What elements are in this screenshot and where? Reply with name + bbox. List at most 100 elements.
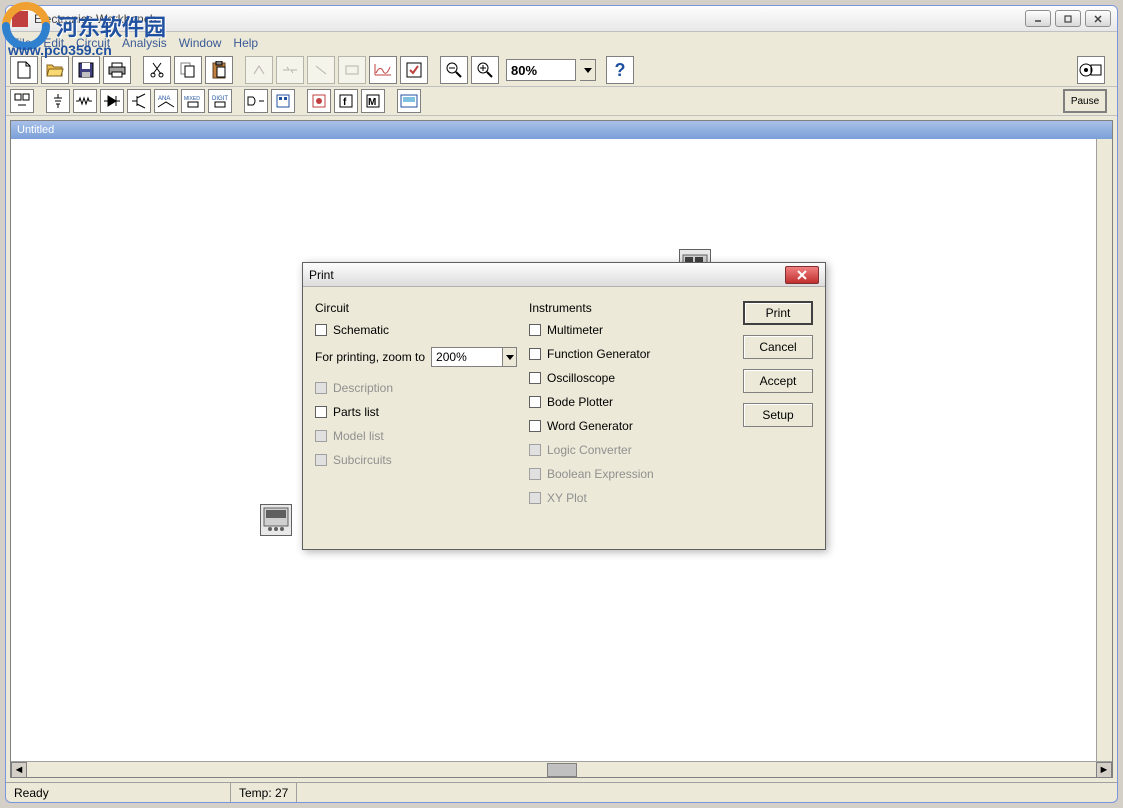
scroll-thumb[interactable]: [547, 763, 577, 777]
zoom-select-arrow-icon[interactable]: [503, 347, 517, 367]
help-icon[interactable]: ?: [606, 56, 634, 84]
scroll-right-icon[interactable]: ►: [1096, 762, 1112, 778]
svg-text:M: M: [368, 97, 376, 108]
print-icon[interactable]: [103, 56, 131, 84]
cut-icon[interactable]: [143, 56, 171, 84]
parts-list-label: Parts list: [333, 405, 379, 419]
app-icon: [12, 11, 28, 27]
gate-icon[interactable]: [244, 89, 268, 113]
logic-checkbox: [529, 444, 541, 456]
description-checkbox: [315, 382, 327, 394]
xyplot-checkbox: [529, 492, 541, 504]
save-icon[interactable]: [72, 56, 100, 84]
pause-button[interactable]: Pause: [1063, 89, 1107, 113]
properties-icon[interactable]: [400, 56, 428, 84]
xyplot-label: XY Plot: [547, 491, 587, 505]
dialog-titlebar: Print: [303, 263, 825, 287]
menu-analysis[interactable]: Analysis: [122, 36, 167, 50]
maximize-button[interactable]: [1055, 10, 1081, 27]
logic-label: Logic Converter: [547, 443, 632, 457]
scroll-left-icon[interactable]: ◄: [11, 762, 27, 778]
resistor-icon[interactable]: [73, 89, 97, 113]
accept-button[interactable]: Accept: [743, 369, 813, 393]
close-button[interactable]: [1085, 10, 1111, 27]
description-label: Description: [333, 381, 393, 395]
parts-list-checkbox[interactable]: [315, 406, 327, 418]
switch-icon[interactable]: [1077, 56, 1105, 84]
analog-ic-icon[interactable]: ANA: [154, 89, 178, 113]
copy-icon[interactable]: [174, 56, 202, 84]
print-dialog: Print Circuit Schematic For printing, zo…: [302, 262, 826, 550]
schematic-label: Schematic: [333, 323, 389, 337]
setup-button[interactable]: Setup: [743, 403, 813, 427]
new-icon[interactable]: [10, 56, 38, 84]
flip-v-icon[interactable]: [307, 56, 335, 84]
paste-icon[interactable]: [205, 56, 233, 84]
menubar: File Edit Circuit Analysis Window Help: [6, 32, 1117, 54]
circuit-header: Circuit: [315, 301, 519, 315]
fgen-checkbox[interactable]: [529, 348, 541, 360]
subcircuits-label: Subcircuits: [333, 453, 392, 467]
display-icon[interactable]: [271, 89, 295, 113]
status-temp: Temp: 27: [231, 783, 297, 802]
boolean-label: Boolean Expression: [547, 467, 654, 481]
svg-text:DIGIT: DIGIT: [212, 96, 228, 102]
titlebar: Electronics Workbench: [6, 6, 1117, 32]
svg-text:ANA: ANA: [158, 96, 170, 102]
bode-label: Bode Plotter: [547, 395, 613, 409]
source-icon[interactable]: [46, 89, 70, 113]
multimeter-checkbox[interactable]: [529, 324, 541, 336]
menu-window[interactable]: Window: [179, 36, 222, 50]
menu-help[interactable]: Help: [233, 36, 258, 50]
dialog-close-button[interactable]: [785, 266, 819, 284]
zoom-out-icon[interactable]: [440, 56, 468, 84]
graph-icon[interactable]: [369, 56, 397, 84]
zoom-level[interactable]: 80%: [506, 59, 576, 81]
wordgen-label: Word Generator: [547, 419, 633, 433]
misc2-icon[interactable]: M: [361, 89, 385, 113]
fgen-label: Function Generator: [547, 347, 650, 361]
zoom-select[interactable]: 200%: [431, 347, 503, 367]
print-button[interactable]: Print: [743, 301, 813, 325]
indicator-icon[interactable]: [307, 89, 331, 113]
digital-ic-icon[interactable]: DIGIT: [208, 89, 232, 113]
zoom-dropdown-icon[interactable]: [580, 59, 596, 81]
dialog-title: Print: [309, 268, 785, 282]
scrollbar-horizontal[interactable]: ◄ ►: [11, 761, 1112, 777]
component-instrument-2[interactable]: [260, 504, 292, 536]
document-title: Untitled: [11, 121, 1112, 139]
rotate-icon[interactable]: [245, 56, 273, 84]
statusbar: Ready Temp: 27: [6, 782, 1117, 802]
control-icon[interactable]: f: [334, 89, 358, 113]
boolean-checkbox: [529, 468, 541, 480]
instrument-icon[interactable]: [397, 89, 421, 113]
bode-checkbox[interactable]: [529, 396, 541, 408]
misc-icon[interactable]: [10, 89, 34, 113]
menu-circuit[interactable]: Circuit: [76, 36, 110, 50]
open-icon[interactable]: [41, 56, 69, 84]
subcircuit-icon[interactable]: [338, 56, 366, 84]
subcircuits-checkbox: [315, 454, 327, 466]
flip-h-icon[interactable]: [276, 56, 304, 84]
multimeter-label: Multimeter: [547, 323, 603, 337]
status-ready: Ready: [6, 783, 231, 802]
toolbar-components: ANA MIXED DIGIT f M Pause: [6, 87, 1117, 116]
scrollbar-vertical[interactable]: [1096, 139, 1112, 761]
menu-file[interactable]: File: [12, 36, 31, 50]
diode-icon[interactable]: [100, 89, 124, 113]
model-list-checkbox: [315, 430, 327, 442]
minimize-button[interactable]: [1025, 10, 1051, 27]
schematic-checkbox[interactable]: [315, 324, 327, 336]
svg-text:MIXED: MIXED: [184, 96, 200, 102]
wordgen-checkbox[interactable]: [529, 420, 541, 432]
menu-edit[interactable]: Edit: [43, 36, 64, 50]
zoom-in-icon[interactable]: [471, 56, 499, 84]
mixed-ic-icon[interactable]: MIXED: [181, 89, 205, 113]
app-title: Electronics Workbench: [34, 12, 1025, 26]
oscope-checkbox[interactable]: [529, 372, 541, 384]
model-list-label: Model list: [333, 429, 384, 443]
toolbar-main: 80% ?: [6, 54, 1117, 87]
cancel-button[interactable]: Cancel: [743, 335, 813, 359]
instruments-header: Instruments: [529, 301, 733, 315]
transistor-icon[interactable]: [127, 89, 151, 113]
